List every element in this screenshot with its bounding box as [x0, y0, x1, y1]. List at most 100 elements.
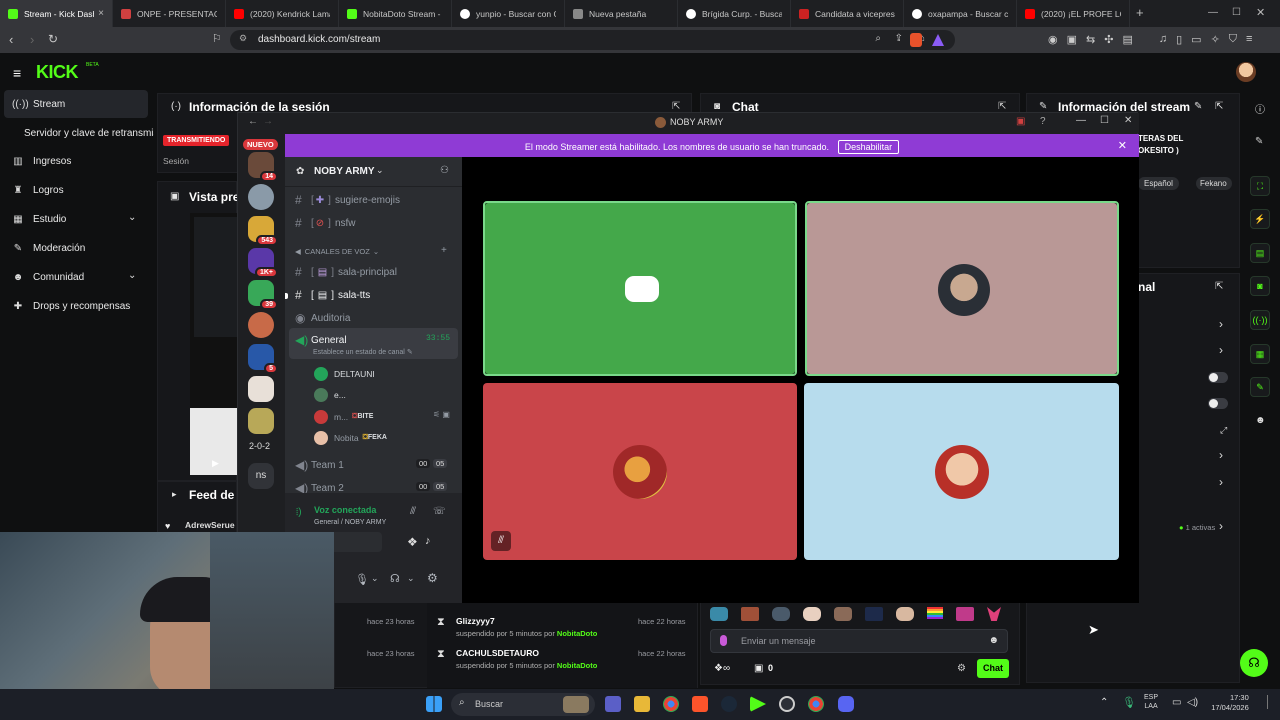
puzzle-icon[interactable]: ✣	[1104, 33, 1113, 46]
bookmark-icon[interactable]: ⚐	[212, 32, 222, 45]
server-icon[interactable]: ns	[248, 463, 274, 489]
channel-sugiere-emojis[interactable]: #[✚] sugiere-emojis	[295, 193, 400, 207]
voice-user[interactable]: m... ⛋BITE	[314, 410, 373, 424]
server-icon[interactable]	[248, 312, 274, 338]
microphone-icon[interactable]: 🎙	[1122, 696, 1136, 709]
emote-icon[interactable]	[710, 607, 728, 621]
brave-shield-icon[interactable]	[910, 33, 922, 47]
rail-button[interactable]: ⚡	[1250, 209, 1270, 229]
chevron-down-icon[interactable]: ⌄	[407, 573, 415, 584]
participant-tile[interactable]	[804, 383, 1119, 560]
add-channel-icon[interactable]: +	[441, 245, 447, 256]
toggle-switch[interactable]	[1208, 398, 1228, 409]
gift-icon[interactable]: ▣	[754, 663, 763, 674]
sidebar-icon[interactable]: ▯	[1176, 33, 1182, 46]
leo-icon[interactable]: ✧	[1211, 33, 1220, 46]
site-info-icon[interactable]: ⚙	[239, 33, 247, 44]
chrome-icon[interactable]	[663, 696, 679, 712]
log-moderator[interactable]: NobitaDoto	[557, 629, 597, 638]
close-icon[interactable]: ✕	[1118, 139, 1127, 152]
server-icon[interactable]: 1K+	[248, 248, 278, 278]
emoji-icon[interactable]: ☻	[988, 635, 999, 646]
taskbar-search[interactable]: ⌕ Buscar	[451, 693, 595, 716]
sidebar-item-studio[interactable]: ▦ Estudio	[12, 214, 66, 225]
voice-user[interactable]: Nobita ⛋FEKA	[314, 431, 387, 445]
channel-sala-principal[interactable]: #[▤] sala-principal	[295, 265, 397, 279]
server-icon[interactable]	[248, 376, 274, 402]
participant-tile[interactable]: ⫻	[483, 383, 797, 560]
browser-tab[interactable]: (2020) Kendrick Lamar	[226, 0, 339, 27]
help-icon[interactable]: ?	[1040, 116, 1046, 127]
minimize-window-icon[interactable]: —	[1076, 115, 1086, 126]
forward-icon[interactable]: →	[263, 116, 273, 127]
steam-icon[interactable]	[721, 696, 737, 712]
screen-share-icon[interactable]: ▣	[1016, 116, 1025, 127]
chat-input[interactable]: Enviar un mensaje ☻	[710, 629, 1008, 653]
people-icon[interactable]: ☻	[1255, 415, 1266, 426]
rail-button[interactable]: ⛶	[1250, 176, 1270, 196]
stream-tag[interactable]: Español	[1138, 177, 1179, 190]
emote-icon[interactable]	[772, 607, 790, 621]
info-icon[interactable]: ⓘ	[1255, 101, 1265, 116]
back-icon[interactable]: ←	[248, 116, 258, 127]
discord-icon[interactable]	[838, 696, 854, 712]
rail-button[interactable]: ▦	[1250, 344, 1270, 364]
file-explorer-icon[interactable]	[634, 696, 650, 712]
maximize-window-icon[interactable]: ☐	[1232, 0, 1256, 27]
disconnect-icon[interactable]: ☏	[433, 506, 446, 517]
network-icon[interactable]: ▭	[1172, 697, 1181, 708]
channel-status[interactable]: Establece un estado de canal ✎	[313, 348, 413, 356]
edit-icon[interactable]: ✎	[1194, 101, 1202, 112]
emote-icon[interactable]	[956, 607, 974, 621]
music-icon[interactable]: ♫	[1159, 33, 1167, 46]
maximize-window-icon[interactable]: ☐	[1100, 115, 1109, 126]
server-icon[interactable]: 543	[248, 216, 278, 246]
chart-link-icon[interactable]: ⤢	[1220, 425, 1227, 436]
close-window-icon[interactable]: ✕	[1256, 0, 1280, 27]
server-folder-label[interactable]: 2-0-2	[249, 441, 270, 451]
chevron-down-icon[interactable]: ⌄	[128, 270, 136, 281]
popout-icon[interactable]: ⇱	[672, 101, 680, 112]
settings-icon[interactable]: ⚙	[957, 663, 966, 674]
channel-sala-tts[interactable]: #[▤] sala-tts	[295, 288, 370, 302]
language-indicator[interactable]: ESP LAA	[1144, 693, 1158, 711]
emote-icon[interactable]	[741, 607, 759, 621]
voice-user[interactable]: DELTAUNI	[314, 367, 375, 381]
menu-icon[interactable]: ≡	[1246, 33, 1252, 46]
forward-icon[interactable]: ›	[30, 32, 34, 47]
user-settings-icon[interactable]: ⚙	[427, 571, 438, 585]
voice-location[interactable]: General / NOBY ARMY	[314, 519, 386, 526]
sidebar-item-stream[interactable]: ((·)) Stream	[12, 99, 65, 110]
participant-tile[interactable]	[805, 201, 1119, 376]
emote-icon[interactable]	[803, 607, 821, 621]
reload-icon[interactable]: ↻	[48, 32, 58, 46]
server-icon[interactable]: 39	[248, 280, 278, 310]
chevron-right-icon[interactable]: ›	[1219, 448, 1223, 462]
extension-icon[interactable]: ▣	[1067, 33, 1077, 46]
close-window-icon[interactable]: ✕	[1124, 115, 1132, 126]
emote-icon[interactable]	[987, 607, 1001, 621]
rail-button[interactable]: ▤	[1250, 243, 1270, 263]
app-icon[interactable]	[750, 696, 766, 712]
channel-nsfw[interactable]: #[⊘] nsfw	[295, 216, 356, 230]
extension-icon[interactable]: ◉	[1048, 33, 1058, 46]
microphone-icon[interactable]: 🎙	[355, 573, 369, 586]
sidebar-item-moderation[interactable]: ✎ Moderación	[12, 243, 85, 254]
sidebar-item-achievements[interactable]: ♜ Logros	[12, 185, 64, 196]
chevron-right-icon[interactable]: ›	[1219, 343, 1223, 357]
points-icon[interactable]: ❖∞	[714, 663, 730, 674]
emote-icon[interactable]	[865, 607, 883, 621]
voice-category[interactable]: ◀ CANALES DE VOZ ⌄	[295, 247, 379, 256]
channel-team-1[interactable]: ◀) Team 1	[295, 458, 344, 472]
chat-send-button[interactable]: Chat	[977, 659, 1009, 678]
rail-button[interactable]: ◙	[1250, 276, 1270, 296]
emote-icon[interactable]	[896, 607, 914, 621]
share-icon[interactable]: ⇪	[895, 33, 903, 44]
support-button[interactable]: ☊	[1240, 649, 1268, 677]
windows-start-icon[interactable]	[426, 696, 442, 712]
chrome-icon[interactable]	[808, 696, 824, 712]
voice-user[interactable]: e...	[314, 388, 346, 402]
volume-icon[interactable]: ◁)	[1187, 697, 1198, 708]
headphones-icon[interactable]: ☊	[390, 572, 400, 585]
close-icon[interactable]: ×	[98, 8, 104, 19]
